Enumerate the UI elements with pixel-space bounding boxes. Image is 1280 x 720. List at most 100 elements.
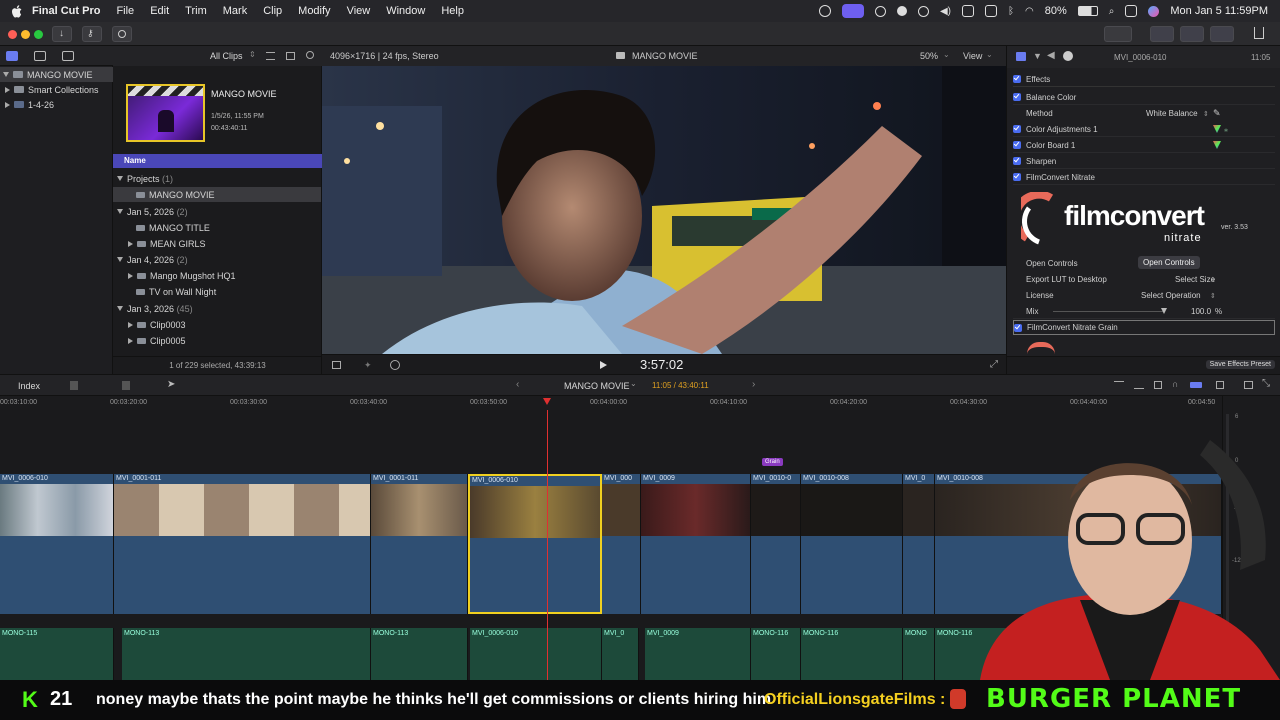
audio-clip[interactable]: MONO-116 — [751, 628, 801, 680]
control-center-icon[interactable] — [1125, 5, 1138, 17]
color-adjustments-checkbox[interactable] — [1013, 125, 1021, 133]
retime-icon[interactable] — [390, 360, 400, 370]
audio-clip[interactable]: MVI_0 — [602, 628, 639, 680]
mix-slider[interactable] — [1053, 311, 1165, 312]
play-button[interactable] — [600, 361, 607, 369]
import-button[interactable]: ↓ — [52, 26, 72, 42]
sharpen-checkbox[interactable] — [1013, 157, 1021, 165]
timeline-clip[interactable]: MVI_0006-010 — [0, 474, 114, 614]
mix-value[interactable]: 100.0 — [1191, 307, 1211, 316]
menubar-clock[interactable]: Mon Jan 5 11:59PM — [1170, 5, 1268, 17]
effects-checkbox[interactable] — [1013, 75, 1021, 83]
close-timeline-icon[interactable]: ⤡ — [1262, 378, 1270, 389]
list-item-mango-title[interactable]: MANGO TITLE — [136, 220, 210, 235]
share-menu-button[interactable] — [1104, 26, 1132, 42]
clip-appearance-icon[interactable] — [1190, 382, 1202, 388]
zoom-popup[interactable]: 50% — [920, 51, 938, 61]
list-item-clip0005[interactable]: Clip0005 — [128, 333, 186, 348]
dot-icon[interactable] — [896, 6, 907, 16]
timeline-project-name[interactable]: MANGO MOVIE — [564, 381, 630, 391]
filmconvert-checkbox[interactable] — [1013, 173, 1021, 181]
group-jan-5[interactable]: Jan 5, 2026 (2) — [117, 204, 188, 219]
library-item-event[interactable]: 1-4-26 — [5, 97, 54, 112]
effects-section[interactable]: Effects — [1013, 72, 1275, 87]
chevron-updown-icon[interactable]: ⇕ — [249, 50, 256, 59]
menu-window[interactable]: Window — [386, 5, 425, 17]
balance-color-row[interactable]: Balance Color — [1013, 90, 1275, 105]
effects-browser-icon[interactable] — [1216, 381, 1224, 389]
menu-view[interactable]: View — [347, 5, 371, 17]
timeline-clip-selected[interactable]: MVI_0006-010 — [468, 474, 602, 614]
titles-icon[interactable] — [62, 51, 74, 61]
timeline-clip[interactable]: MVI_0001-011 — [371, 474, 468, 614]
filmconvert-row[interactable]: FilmConvert Nitrate — [1013, 170, 1275, 185]
timeline-clip[interactable]: MVI_0 — [903, 474, 935, 614]
screen-record-icon[interactable] — [818, 5, 831, 17]
save-effects-preset-button[interactable]: Save Effects Preset — [1205, 360, 1275, 369]
eyedropper-icon[interactable]: ✎ — [1213, 108, 1221, 119]
timeline-clip[interactable]: MVI_0010-0 — [751, 474, 801, 614]
project-thumbnail[interactable] — [126, 84, 205, 142]
audio-clip[interactable]: MONO-116 — [801, 628, 903, 680]
zoom-window-button[interactable] — [34, 30, 43, 39]
playhead-handle[interactable] — [543, 398, 551, 405]
menu-edit[interactable]: Edit — [150, 5, 169, 17]
disclosure-closed-icon[interactable] — [128, 240, 133, 247]
group-projects[interactable]: Projects (1) — [117, 171, 173, 186]
list-item-mango-mugshot[interactable]: Mango Mugshot HQ1 — [128, 268, 236, 283]
disclosure-closed-icon[interactable] — [128, 272, 133, 279]
audio-clip[interactable]: MONO-115 — [0, 628, 114, 680]
list-item-mango-movie[interactable]: MANGO MOVIE — [113, 187, 321, 202]
chevron-updown-icon[interactable]: ⇕ — [1210, 276, 1216, 284]
timeline-index-button[interactable]: Index — [18, 381, 40, 391]
forward-arrow-icon[interactable]: › — [752, 379, 755, 390]
disclosure-open-icon[interactable] — [3, 72, 9, 77]
chevron-updown-icon[interactable]: ⇕ — [1203, 110, 1209, 118]
close-window-button[interactable] — [8, 30, 17, 39]
disclosure-open-icon[interactable] — [117, 306, 123, 311]
timeline-clip[interactable]: MVI_0009 — [641, 474, 751, 614]
color-board-checkbox[interactable] — [1013, 141, 1021, 149]
mix-slider-knob[interactable] — [1161, 308, 1167, 314]
chevron-down-icon[interactable]: ⌄ — [943, 50, 950, 59]
disclosure-open-icon[interactable] — [117, 257, 123, 262]
video-frame[interactable] — [322, 66, 1006, 354]
spotlight-search-icon[interactable]: ⌕ — [1109, 6, 1115, 17]
transitions-icon[interactable] — [1244, 381, 1253, 389]
grain-tag[interactable]: Grain — [762, 458, 783, 466]
display-icon[interactable] — [961, 5, 974, 17]
video-inspector-icon[interactable] — [1016, 52, 1026, 61]
skimmer-icon[interactable] — [1114, 381, 1124, 389]
menu-trim[interactable]: Trim — [185, 5, 207, 17]
audio-clip[interactable]: MVI_0009 — [645, 628, 751, 680]
list-item-clip0003[interactable]: Clip0003 — [128, 317, 186, 332]
back-arrow-icon[interactable]: ‹ — [516, 379, 519, 390]
chevron-down-icon[interactable]: ⌄ — [986, 50, 993, 59]
balance-color-checkbox[interactable] — [1013, 93, 1021, 101]
volume-icon[interactable]: ◀) — [940, 6, 951, 17]
play-icon[interactable] — [917, 5, 929, 17]
group-jan-4[interactable]: Jan 4, 2026 (2) — [117, 252, 188, 267]
menu-modify[interactable]: Modify — [298, 5, 330, 17]
menu-file[interactable]: File — [116, 5, 134, 17]
snapping-icon[interactable] — [1134, 381, 1144, 389]
pointer-tool-icon[interactable]: ➤ — [167, 379, 175, 390]
solo-icon[interactable] — [1154, 381, 1162, 389]
layout-library-button[interactable] — [1150, 26, 1174, 42]
apple-icon[interactable] — [10, 4, 24, 18]
search-icon[interactable] — [306, 51, 314, 59]
color-wheel-icon[interactable] — [1213, 125, 1221, 133]
stage-manager-icon[interactable] — [841, 4, 864, 18]
name-column-header[interactable]: Name — [113, 154, 322, 168]
open-controls-button[interactable]: Open Controls — [1138, 256, 1200, 269]
color-board-row[interactable]: Color Board 1 — [1013, 138, 1275, 153]
record-icon[interactable] — [874, 5, 886, 17]
sharpen-row[interactable]: Sharpen — [1013, 154, 1275, 169]
playhead[interactable] — [547, 410, 548, 680]
background-tasks-button[interactable] — [112, 26, 132, 42]
method-popup[interactable]: White Balance — [1146, 109, 1198, 118]
color-wheel-icon[interactable] — [1213, 141, 1221, 149]
list-item-tv-on-wall[interactable]: TV on Wall Night — [136, 284, 216, 299]
viewer-timecode[interactable]: 3:57:02 — [640, 357, 683, 372]
wifi-icon[interactable]: ◠ — [1025, 6, 1034, 17]
